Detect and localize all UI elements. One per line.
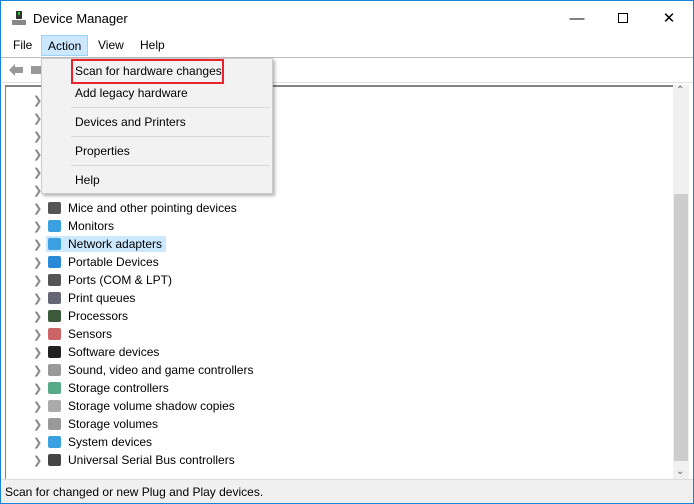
expand-arrow-icon[interactable]: ❯ [33,382,42,395]
expand-arrow-icon[interactable]: ❯ [33,256,42,269]
tree-item[interactable]: ❯ Mice and other pointing devices [6,199,666,217]
minimize-button[interactable]: — [554,1,600,35]
menu-separator [71,165,270,166]
back-icon[interactable] [8,63,24,77]
title-bar: Device Manager — ✕ [1,1,693,35]
tree-item-label[interactable]: Portable Devices [64,254,163,270]
vertical-scrollbar[interactable]: ⌃ ⌄ [673,85,689,479]
maximize-icon [618,13,628,23]
menu-separator [71,107,270,108]
tree-item[interactable]: ❯ Storage volumes [6,415,666,433]
maximize-button[interactable] [600,1,646,35]
scrollbar-thumb[interactable] [674,194,688,461]
tree-item-label[interactable]: System devices [64,434,156,450]
tree-item-label[interactable]: Universal Serial Bus controllers [64,452,239,468]
menu-view[interactable]: View [92,35,130,56]
tree-item[interactable]: ❯ Software devices [6,343,666,361]
expand-arrow-icon[interactable]: ❯ [33,220,42,233]
device-manager-window: Device Manager — ✕ File Action View Help… [0,0,694,504]
tree-item[interactable]: ❯ Portable Devices [6,253,666,271]
tree-item-label[interactable]: Storage volume shadow copies [64,398,239,414]
tree-item[interactable]: ❯ Ports (COM & LPT) [6,271,666,289]
status-bar: Scan for changed or new Plug and Play de… [1,479,693,503]
menu-item-help[interactable]: Help [75,173,100,187]
tree-item-label[interactable]: Storage volumes [64,416,162,432]
speaker-icon [48,364,61,376]
tree-item[interactable]: ❯ Monitors [6,217,666,235]
scroll-up-icon[interactable]: ⌃ [676,85,684,96]
expand-arrow-icon[interactable]: ❯ [33,454,42,467]
storage-controller-icon [48,382,61,394]
tree-item[interactable]: ❯ Universal Serial Bus controllers [6,451,666,469]
printer-icon [48,292,61,304]
menu-bar: File Action View Help [1,35,693,57]
port-icon [48,274,61,286]
system-icon [48,436,61,448]
tree-item[interactable]: ❯ Sound, video and game controllers [6,361,666,379]
tree-item-label[interactable]: Monitors [64,218,118,234]
menu-file[interactable]: File [7,35,38,56]
tree-item-label[interactable]: Software devices [64,344,163,360]
processor-icon [48,310,61,322]
minimize-icon: — [569,9,585,27]
window-title: Device Manager [33,11,128,26]
expand-arrow-icon[interactable]: ❯ [33,346,42,359]
expand-arrow-icon[interactable]: ❯ [33,202,42,215]
tree-item-label[interactable]: Print queues [64,290,139,306]
tree-item-label[interactable]: Processors [64,308,132,324]
device-manager-icon [12,11,26,25]
menu-item-add-legacy-hardware[interactable]: Add legacy hardware [75,86,188,100]
sensor-icon [48,328,61,340]
expand-arrow-icon[interactable]: ❯ [33,274,42,287]
tree-item[interactable]: ❯ Network adapters [6,235,666,253]
tree-item[interactable]: ❯ Storage controllers [6,379,666,397]
expand-arrow-icon[interactable]: ❯ [33,328,42,341]
tree-item-label[interactable]: Network adapters [46,236,167,252]
menu-item-scan-hardware[interactable]: Scan for hardware changes [75,64,222,78]
close-button[interactable]: ✕ [646,1,692,35]
tree-item-label[interactable]: Sensors [64,326,116,342]
network-icon [48,238,61,250]
menu-help[interactable]: Help [134,35,171,56]
expand-arrow-icon[interactable]: ❯ [33,436,42,449]
tree-item-label[interactable]: Ports (COM & LPT) [64,272,176,288]
tree-item[interactable]: ❯ Processors [6,307,666,325]
menu-item-properties[interactable]: Properties [75,144,130,158]
menu-separator [71,136,270,137]
drive-icon [48,400,61,412]
action-menu: Scan for hardware changes Add legacy har… [41,58,273,194]
portable-device-icon [48,256,61,268]
mouse-icon [48,202,61,214]
forward-icon[interactable] [31,66,41,74]
tree-item[interactable]: ❯ Print queues [6,289,666,307]
expand-arrow-icon[interactable]: ❯ [33,418,42,431]
tree-item[interactable]: ❯ System devices [6,433,666,451]
expand-arrow-icon[interactable]: ❯ [33,310,42,323]
expand-arrow-icon[interactable]: ❯ [33,238,42,251]
usb-icon [48,454,61,466]
menu-action[interactable]: Action [41,35,89,56]
expand-arrow-icon[interactable]: ❯ [33,292,42,305]
volume-icon [48,418,61,430]
scroll-down-icon[interactable]: ⌄ [676,466,684,477]
monitor-icon [48,220,61,232]
tree-item-label[interactable]: Storage controllers [64,380,173,396]
tree-item[interactable]: ❯ Sensors [6,325,666,343]
expand-arrow-icon[interactable]: ❯ [33,364,42,377]
tree-item[interactable]: ❯ Storage volume shadow copies [6,397,666,415]
close-icon: ✕ [662,10,676,27]
expand-arrow-icon[interactable]: ❯ [33,400,42,413]
menu-item-devices-printers[interactable]: Devices and Printers [75,115,186,129]
software-device-icon [48,346,61,358]
tree-item-label[interactable]: Mice and other pointing devices [64,200,241,216]
tree-item-label[interactable]: Sound, video and game controllers [64,362,257,378]
